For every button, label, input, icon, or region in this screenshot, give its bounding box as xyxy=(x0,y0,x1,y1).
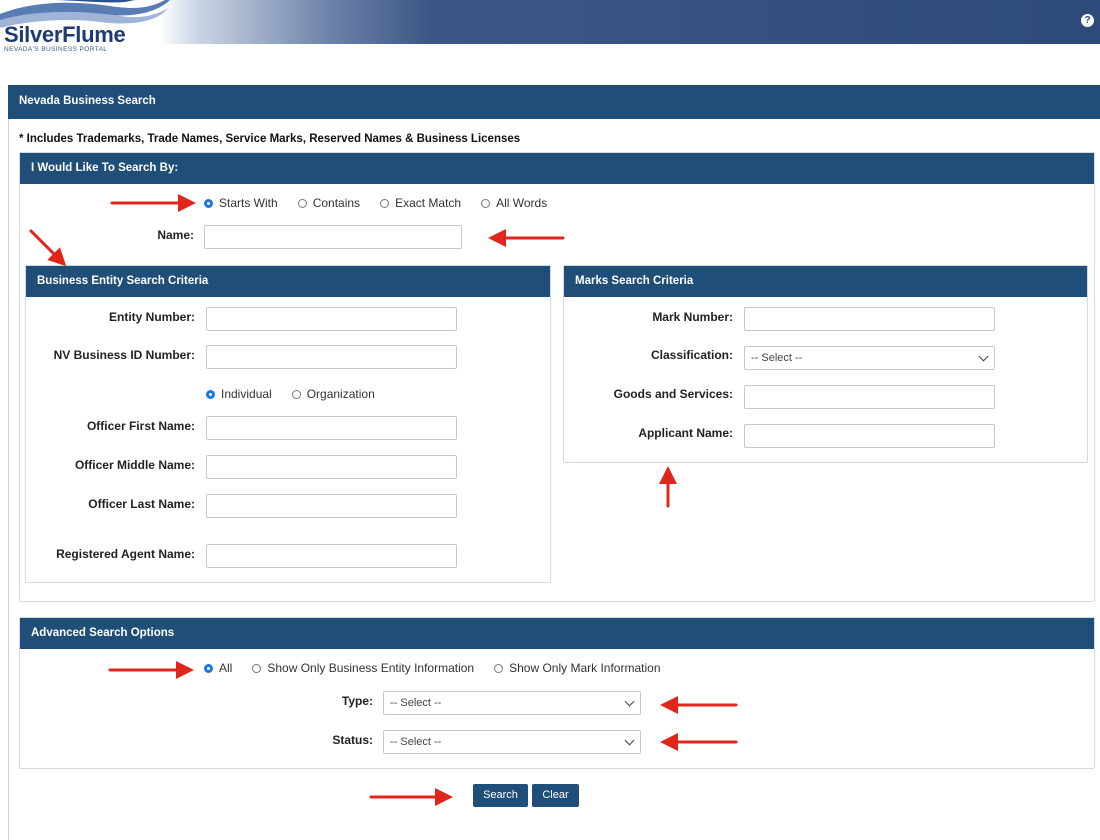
radio-dot-icon[interactable] xyxy=(204,663,213,673)
goods-services-input[interactable] xyxy=(744,385,995,409)
radio-contains[interactable]: Contains xyxy=(297,196,360,210)
radio-all-words[interactable]: All Words xyxy=(481,196,547,210)
help-question-icon[interactable]: ? xyxy=(1081,14,1094,27)
radio-individual[interactable]: Individual xyxy=(206,387,272,401)
officer-first-name-input[interactable] xyxy=(206,416,457,440)
radio-exact-match[interactable]: Exact Match xyxy=(380,196,461,210)
radio-dot-icon[interactable] xyxy=(206,389,215,399)
mark-number-input[interactable] xyxy=(744,307,995,331)
result-filter-radio-group: All Show Only Business Entity Informatio… xyxy=(204,661,681,675)
radio-dot-icon[interactable] xyxy=(380,198,390,208)
registered-agent-label: Registered Agent Name: xyxy=(56,547,195,561)
silverflume-logo[interactable]: SilverFlume NEVADA'S BUSINESS PORTAL xyxy=(0,0,175,56)
nv-business-id-label: NV Business ID Number: xyxy=(53,348,195,362)
entity-number-input[interactable] xyxy=(206,307,457,331)
name-label: Name: xyxy=(157,228,194,242)
officer-first-name-label: Officer First Name: xyxy=(86,419,195,433)
type-select[interactable]: -- Select -- xyxy=(383,691,641,715)
officer-last-name-input[interactable] xyxy=(206,494,457,518)
search-by-title: I Would Like To Search By: xyxy=(20,153,1094,184)
radio-organization[interactable]: Organization xyxy=(291,387,375,401)
applicant-name-input[interactable] xyxy=(744,424,995,448)
radio-dot-icon[interactable] xyxy=(297,198,307,208)
mark-number-label: Mark Number: xyxy=(652,310,733,324)
business-entity-title: Business Entity Search Criteria xyxy=(26,266,550,297)
officer-middle-name-label: Officer Middle Name: xyxy=(74,458,195,472)
radio-starts-with[interactable]: Starts With xyxy=(204,196,278,210)
entity-number-label: Entity Number: xyxy=(108,310,195,324)
radio-dot-icon[interactable] xyxy=(291,389,301,399)
marks-title: Marks Search Criteria xyxy=(564,266,1087,297)
chevron-down-icon xyxy=(624,735,635,746)
officer-last-name-label: Officer Last Name: xyxy=(88,497,195,511)
status-select[interactable]: -- Select -- xyxy=(383,730,641,754)
classification-label: Classification: xyxy=(650,348,733,362)
panel-border xyxy=(8,119,9,840)
radio-dot-icon[interactable] xyxy=(494,663,504,673)
radio-business-entity-only[interactable]: Show Only Business Entity Information xyxy=(252,661,474,675)
match-type-radio-group: Starts With Contains Exact Match All Wor… xyxy=(204,196,567,210)
classification-select[interactable]: -- Select -- xyxy=(744,346,995,370)
radio-dot-icon[interactable] xyxy=(252,663,262,673)
radio-all[interactable]: All xyxy=(204,661,232,675)
chevron-down-icon xyxy=(624,696,635,707)
logo-tagline: NEVADA'S BUSINESS PORTAL xyxy=(4,46,108,53)
type-label: Type: xyxy=(341,694,373,708)
search-note: * Includes Trademarks, Trade Names, Serv… xyxy=(19,133,521,145)
officer-middle-name-input[interactable] xyxy=(206,455,457,479)
radio-dot-icon[interactable] xyxy=(481,198,491,208)
logo-text: SilverFlume xyxy=(4,22,126,47)
name-input[interactable] xyxy=(204,225,462,249)
nv-business-id-input[interactable] xyxy=(206,345,457,369)
advanced-options-title: Advanced Search Options xyxy=(20,618,1094,649)
goods-services-label: Goods and Services: xyxy=(613,387,733,401)
search-button[interactable]: Search xyxy=(473,784,528,807)
radio-mark-only[interactable]: Show Only Mark Information xyxy=(494,661,661,675)
clear-button[interactable]: Clear xyxy=(532,784,579,807)
status-label: Status: xyxy=(332,733,373,747)
officer-type-radio-group: Individual Organization xyxy=(206,387,395,401)
chevron-down-icon xyxy=(978,351,989,362)
applicant-name-label: Applicant Name: xyxy=(638,426,733,440)
page-title: Nevada Business Search xyxy=(8,85,1100,119)
registered-agent-input[interactable] xyxy=(206,544,457,568)
radio-dot-icon[interactable] xyxy=(204,198,213,208)
